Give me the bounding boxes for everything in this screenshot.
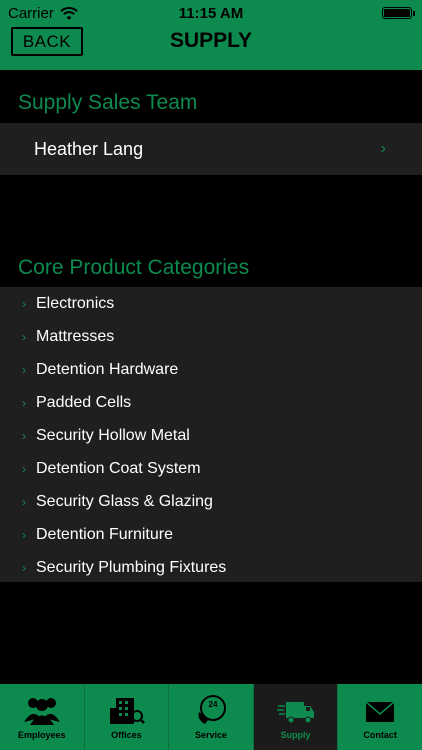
category-item-detention-furniture[interactable]: › Detention Furniture (0, 518, 422, 551)
tab-service[interactable]: 24 Service (169, 684, 254, 750)
chevron-right-icon: › (22, 461, 26, 476)
offices-icon (110, 698, 146, 724)
category-label: Padded Cells (36, 393, 132, 411)
chevron-right-icon: › (22, 395, 26, 410)
tab-label: Service (194, 730, 227, 740)
tab-employees[interactable]: Employees (0, 684, 85, 750)
categories-header: Core Product Categories (18, 256, 250, 279)
tab-label: Offices (111, 730, 142, 740)
category-item-mattresses[interactable]: › Mattresses (0, 320, 422, 353)
chevron-right-icon: › (22, 494, 26, 509)
sales-member-name: Heather Lang (34, 138, 144, 159)
sales-team-header: Supply Sales Team (18, 91, 198, 114)
chevron-right-icon: › (22, 362, 26, 377)
employees-icon (23, 698, 60, 725)
tab-label: Supply (280, 730, 311, 740)
category-item-security-glass-glazing[interactable]: › Security Glass & Glazing (0, 485, 422, 518)
svg-text:24: 24 (209, 700, 218, 709)
chevron-right-icon: › (22, 527, 26, 542)
category-label: Security Glass & Glazing (36, 492, 213, 510)
tab-bar: Employees Offices 24 Service Supply Cont… (0, 684, 422, 750)
category-label: Security Hollow Metal (36, 426, 190, 444)
page-title: SUPPLY (169, 29, 253, 52)
tab-supply[interactable]: Supply (253, 684, 339, 750)
category-label: Security Plumbing Fixtures (36, 558, 227, 576)
contact-envelope-icon (365, 701, 395, 722)
category-item-electronics[interactable]: › Electronics (0, 287, 422, 320)
category-label: Detention Coat System (36, 459, 201, 477)
chevron-right-icon: › (22, 428, 26, 443)
chevron-right-icon: › (22, 329, 26, 344)
sales-member-row[interactable]: Heather Lang › (0, 123, 422, 175)
category-item-detention-hardware[interactable]: › Detention Hardware (0, 353, 422, 386)
category-label: Mattresses (36, 327, 115, 345)
supply-truck-icon (276, 702, 314, 724)
status-time: 11:15 AM (178, 5, 244, 22)
tab-contact[interactable]: Contact (338, 684, 422, 750)
header-bar: Carrier 11:15 AM BACK SUPPLY (0, 0, 422, 70)
chevron-right-icon: › (22, 560, 26, 575)
category-item-security-hollow-metal[interactable]: › Security Hollow Metal (0, 419, 422, 452)
category-label: Detention Hardware (36, 360, 179, 378)
tab-offices[interactable]: Offices (85, 684, 170, 750)
category-item-security-plumbing-fixtures[interactable]: › Security Plumbing Fixtures (0, 551, 422, 584)
category-label: Detention Furniture (36, 525, 173, 543)
category-item-detention-coat-system[interactable]: › Detention Coat System (0, 452, 422, 485)
status-bar: Carrier 11:15 AM (0, 0, 422, 22)
category-list: › Electronics › Mattresses › Detention H… (0, 287, 422, 582)
category-label: Electronics (36, 294, 115, 312)
battery-icon (382, 7, 415, 19)
tab-label: Employees (18, 730, 66, 740)
category-item-padded-cells[interactable]: › Padded Cells (0, 386, 422, 419)
tab-label: Contact (363, 730, 397, 740)
chevron-right-icon: › (22, 296, 26, 311)
service-icon: 24 (198, 695, 226, 724)
chevron-right-icon: › (380, 140, 386, 157)
